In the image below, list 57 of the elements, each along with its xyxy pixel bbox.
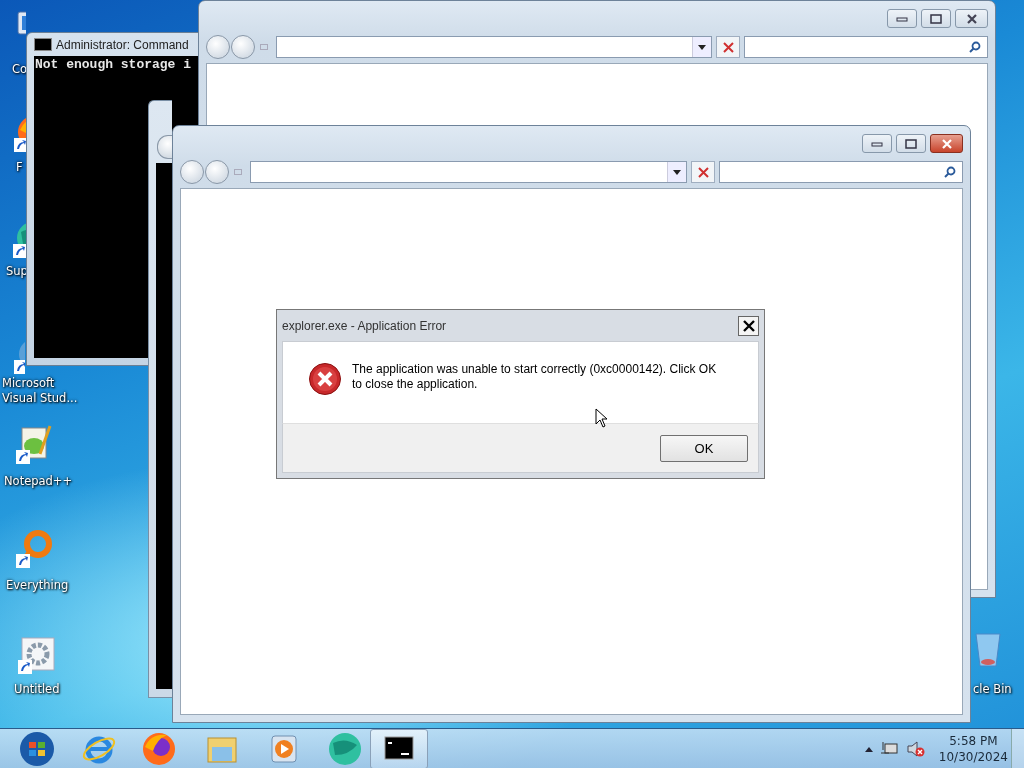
close-icon — [697, 166, 709, 178]
icon-label[interactable]: cle Bin — [973, 682, 1012, 697]
icon-label[interactable]: F — [16, 160, 23, 175]
error-message: The application was unable to start correctly (0xc0000142). Click OK to close the application. — [352, 362, 718, 392]
clock[interactable]: 5:58 PM 10/30/2024 — [938, 733, 1008, 765]
close-button[interactable] — [955, 9, 988, 28]
icon-label[interactable]: Co — [12, 62, 28, 77]
close-button[interactable] — [738, 315, 759, 336]
icon-label[interactable]: Microsoft Visual Stud... — [2, 376, 80, 406]
search-icon — [944, 166, 956, 178]
history-button[interactable] — [234, 169, 242, 175]
maximize-button[interactable] — [896, 134, 926, 153]
start-button[interactable] — [17, 729, 57, 768]
close-icon — [965, 13, 978, 24]
icon-label[interactable]: Notepad++ — [4, 474, 73, 489]
console-icon — [34, 38, 52, 51]
taskbar-button[interactable] — [370, 729, 428, 768]
minimize-icon — [871, 140, 883, 147]
back-button[interactable] — [157, 135, 172, 159]
history-button[interactable] — [260, 44, 268, 50]
dropdown-button[interactable] — [667, 162, 686, 182]
forward-button[interactable] — [231, 35, 255, 59]
error-icon — [308, 362, 342, 396]
back-button[interactable] — [180, 160, 204, 184]
close-icon — [742, 319, 755, 332]
ok-button[interactable]: OK — [660, 434, 748, 462]
back-button[interactable] — [206, 35, 230, 59]
network-icon[interactable] — [880, 741, 899, 757]
address-field[interactable] — [250, 161, 687, 183]
search-field[interactable] — [719, 161, 963, 183]
search-field[interactable] — [744, 36, 988, 58]
muted-speaker-icon[interactable] — [906, 741, 925, 757]
maximize-icon — [905, 138, 917, 149]
show-desktop-button[interactable] — [1011, 729, 1024, 768]
minimize-button[interactable] — [862, 134, 892, 153]
maximize-button[interactable] — [921, 9, 951, 28]
close-button[interactable] — [930, 134, 963, 153]
search-icon — [969, 41, 981, 53]
minimize-icon — [896, 15, 908, 22]
time-text: 5:58 PM — [949, 733, 998, 749]
caret-icon — [673, 169, 681, 175]
address-field[interactable] — [276, 36, 712, 58]
minimize-button[interactable] — [887, 9, 917, 28]
caret-icon — [698, 44, 706, 50]
close-icon — [722, 41, 734, 53]
stop-button[interactable] — [691, 161, 715, 183]
gear-icon[interactable] — [18, 634, 58, 674]
forward-button[interactable] — [205, 160, 229, 184]
dialog-title: explorer.exe - Application Error — [282, 318, 447, 333]
stop-button[interactable] — [716, 36, 740, 58]
console-output: Not enough storage i — [35, 57, 192, 72]
dropdown-button[interactable] — [692, 37, 711, 57]
date-text: 10/30/2024 — [938, 749, 1008, 765]
chevron-up-icon[interactable] — [864, 746, 873, 752]
maximize-icon — [930, 13, 942, 24]
window-title: Administrator: Command — [56, 37, 189, 52]
close-icon — [940, 138, 953, 149]
